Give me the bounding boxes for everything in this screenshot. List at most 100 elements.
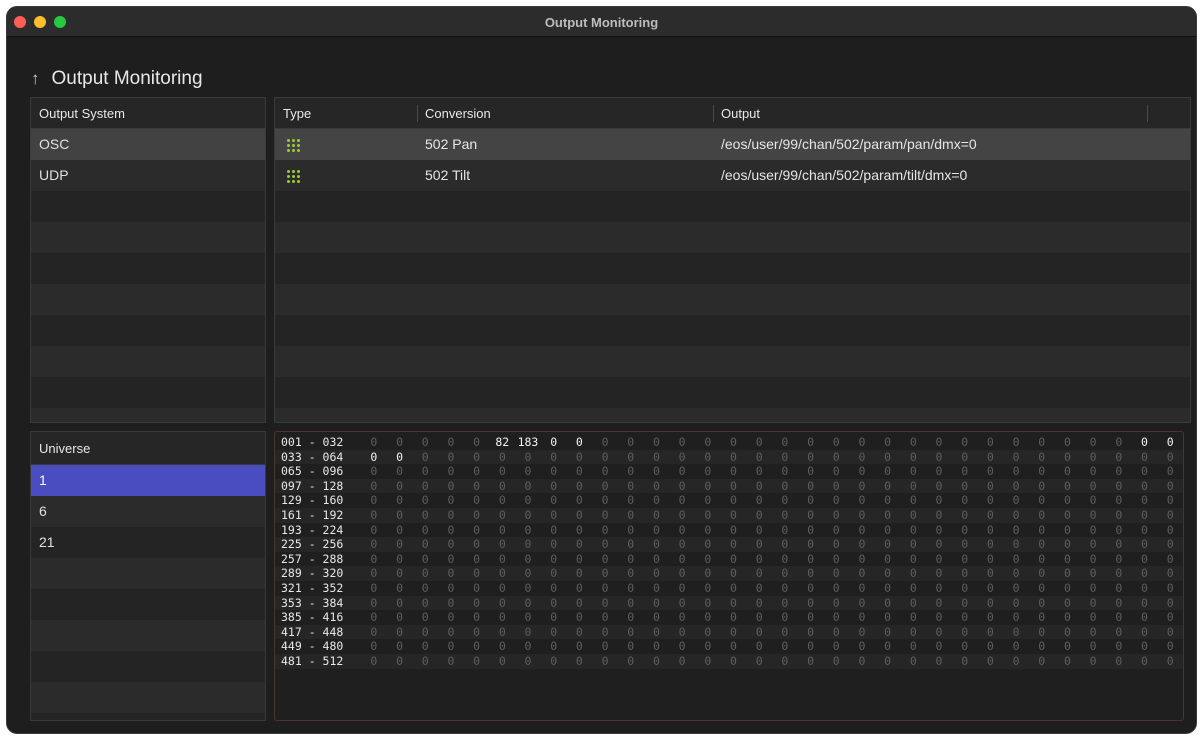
dmx-channel-value: 0	[524, 507, 532, 522]
dmx-channel-value: 0	[730, 653, 737, 668]
dmx-channel-value: 0	[1115, 449, 1123, 464]
table-row[interactable]: 502 Pan/eos/user/99/chan/502/param/pan/d…	[275, 129, 1190, 160]
dmx-channel-value: 0	[575, 449, 583, 464]
dmx-channel-value: 0	[1089, 566, 1097, 581]
dmx-channel-value: 0	[421, 610, 429, 625]
dmx-channel-value: 0	[781, 595, 789, 610]
dmx-channel-value: 0	[396, 566, 403, 581]
dmx-channel-value: 0	[421, 624, 429, 639]
dmx-channel-value: 0	[884, 464, 892, 479]
dmx-channel-value: 0	[550, 537, 558, 552]
dmx-channel-value: 0	[550, 449, 558, 464]
dmx-channel-value: 0	[704, 522, 712, 537]
dmx-channel-value: 0	[473, 493, 481, 508]
dmx-channel-value: 0	[550, 435, 558, 449]
dmx-channel-value: 0	[1166, 435, 1174, 449]
dmx-channel-value: 0	[1089, 449, 1097, 464]
conversion-cell: 502 Pan	[425, 136, 478, 152]
dmx-channel-value: 0	[396, 551, 403, 566]
dmx-channel-value: 0	[473, 522, 481, 537]
universe-item[interactable]: 21	[31, 527, 265, 558]
dmx-channel-value: 0	[627, 449, 635, 464]
dmx-channel-value: 0	[807, 493, 814, 508]
dmx-channel-value: 0	[498, 522, 506, 537]
dmx-channel-value: 0	[473, 464, 481, 479]
dmx-channel-value: 82	[495, 435, 510, 449]
dmx-row: 417 - 448 0 0 0 0 0 0 0 0 0 0 0 0 0 0 0 0 0 0 0 0 0 0 0 0 0 0 0 0 0 0 0…	[275, 624, 1183, 640]
output-table-header: Type Conversion Output	[275, 98, 1190, 129]
dmx-range-label: 289 - 320	[281, 566, 344, 581]
dmx-channel-value: 0	[1038, 610, 1046, 625]
empty-row	[275, 222, 1190, 253]
table-row[interactable]: 502 Tilt/eos/user/99/chan/502/param/tilt…	[275, 160, 1190, 191]
universe-item[interactable]: 6	[31, 496, 265, 527]
dmx-channel-value: 0	[935, 435, 943, 449]
empty-row	[31, 315, 265, 346]
dmx-channel-value: 0	[627, 464, 635, 479]
dmx-channel-value: 0	[627, 566, 635, 581]
dmx-channel-value: 0	[575, 464, 583, 479]
dmx-channel-value: 0	[1115, 537, 1123, 552]
output-system-item[interactable]: UDP	[31, 160, 265, 191]
dmx-channel-value: 0	[447, 449, 455, 464]
empty-row	[31, 284, 265, 315]
dmx-channel-value: 0	[678, 507, 686, 522]
dmx-channel-value: 0	[396, 537, 403, 552]
spacer-cell	[1147, 160, 1190, 191]
dmx-channel-value: 0	[370, 435, 378, 449]
dmx-channel-value: 0	[909, 435, 917, 449]
dmx-cells: 0 0 0 0 0 0 0 0 0 0 0 0 0 0 0 0 0 0 0 0 0 0 0 0 0 0 0 0 0 0 0 0	[361, 625, 1183, 640]
dmx-cells: 0 0 0 0 0 0 0 0 0 0 0 0 0 0 0 0 0 0 0 0 0 0 0 0 0 0 0 0 0 0 0 0	[361, 581, 1183, 596]
dmx-channel-value: 0	[678, 435, 686, 449]
dmx-channel-value: 0	[832, 595, 840, 610]
empty-row	[31, 346, 265, 377]
dmx-channel-value: 0	[575, 653, 583, 668]
dmx-channel-value: 0	[858, 639, 866, 654]
dmx-channel-value: 0	[498, 624, 506, 639]
dmx-channel-value: 0	[601, 507, 609, 522]
dmx-channel-value: 0	[396, 464, 403, 479]
universe-item[interactable]: 1	[31, 465, 265, 496]
dmx-channel-value: 0	[730, 449, 737, 464]
dmx-channel-value: 0	[858, 449, 866, 464]
dmx-channel-value: 0	[858, 478, 866, 493]
dmx-channel-value: 0	[447, 507, 455, 522]
dmx-channel-value: 0	[524, 478, 532, 493]
dmx-channel-value: 0	[524, 566, 532, 581]
dmx-channel-value: 0	[601, 624, 609, 639]
column-header-type[interactable]: Type	[275, 98, 417, 128]
dmx-channel-value: 0	[1063, 507, 1071, 522]
column-header-conversion[interactable]: Conversion	[417, 98, 713, 128]
dmx-channel-value: 0	[986, 610, 994, 625]
dmx-channel-value: 0	[601, 580, 609, 595]
column-header-output[interactable]: Output	[713, 98, 1147, 128]
dmx-channel-value: 0	[781, 624, 789, 639]
dmx-channel-value: 0	[961, 551, 969, 566]
dmx-channel-value: 0	[1012, 653, 1020, 668]
app-window: Output Monitoring ↑ Output Monitoring Ou…	[6, 6, 1197, 734]
arrow-up-icon[interactable]: ↑	[31, 69, 40, 89]
dmx-channel-value: 0	[935, 464, 943, 479]
dmx-channel-value: 0	[1141, 580, 1148, 595]
dmx-channel-value: 0	[832, 537, 840, 552]
dmx-channel-value: 0	[1012, 580, 1020, 595]
dmx-range-label: 193 - 224	[281, 522, 344, 537]
dmx-channel-value: 0	[1012, 478, 1020, 493]
output-system-item[interactable]: OSC	[31, 129, 265, 160]
dmx-channel-value: 0	[498, 639, 506, 654]
dmx-channel-value: 0	[575, 435, 583, 449]
empty-row	[31, 589, 265, 620]
dmx-channel-value: 0	[755, 624, 763, 639]
dmx-channel-value: 0	[1012, 639, 1020, 654]
dot-grid-icon	[287, 138, 300, 152]
dmx-channel-value: 0	[447, 653, 455, 668]
dmx-channel-value: 0	[986, 580, 994, 595]
dmx-channel-value: 0	[498, 478, 506, 493]
dmx-channel-value: 0	[884, 551, 892, 566]
dmx-channel-value: 0	[575, 595, 583, 610]
dmx-channel-value: 0	[1166, 595, 1174, 610]
dmx-channel-value: 0	[550, 522, 558, 537]
dmx-channel-value: 0	[473, 537, 481, 552]
dmx-channel-value: 0	[1063, 595, 1071, 610]
empty-row	[275, 408, 1190, 422]
